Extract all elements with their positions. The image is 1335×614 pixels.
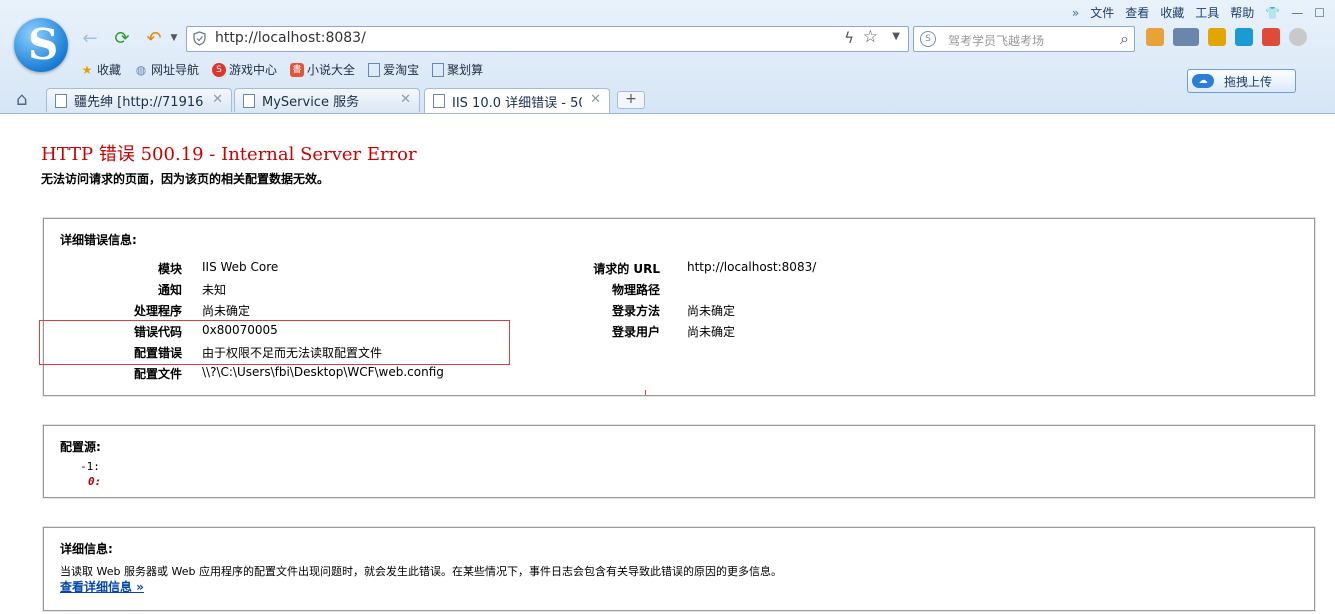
tab-strip: ⌂ 疆先绅 [http://7191637 ✕ MyService 服务 ✕ I… (0, 86, 1335, 113)
fav-item-collect[interactable]: ★ 收藏 (80, 61, 121, 78)
detail-error-box: 详细错误信息: 模块 IIS Web Core 通知 未知 处理程序 尚未确定 … (43, 218, 1315, 396)
window-icon[interactable] (1146, 28, 1164, 46)
fav-item-juhuasuan[interactable]: 聚划算 (432, 61, 483, 78)
fav-item-taobao[interactable]: 爱淘宝 (368, 61, 419, 78)
favorites-bar: ★ 收藏 ◍ 网址导航 S 游戏中心 書小说大全 爱淘宝 聚划算 (80, 61, 483, 78)
home-icon[interactable]: ⌂ (16, 89, 27, 110)
tab-1-label: 疆先绅 [http://7191637 (74, 95, 204, 110)
menu-help[interactable]: 帮助 (1230, 4, 1254, 21)
detail-heading: 详细错误信息: (60, 233, 137, 247)
more-info-link[interactable]: 查看详细信息 » (60, 578, 144, 595)
more-info-heading: 详细信息: (60, 542, 113, 556)
bookmark-star-icon[interactable]: ☆ (863, 27, 878, 47)
field-label: 处理程序 (133, 304, 182, 318)
fav-item-games[interactable]: S 游戏中心 (212, 61, 277, 78)
tab-2-label: MyService 服务 (262, 95, 360, 110)
search-icon[interactable]: ⌕ (1120, 29, 1129, 49)
maximize-icon[interactable]: ☐ (1314, 6, 1325, 20)
star-icon: ★ (81, 62, 93, 77)
undo-icon[interactable]: ↶ (144, 28, 164, 49)
field-label: 通知 (157, 283, 182, 297)
error-subtitle: 无法访问请求的页面，因为该页的相关配置数据无效。 (41, 172, 330, 186)
new-tab-button[interactable]: + (617, 91, 645, 109)
close-icon[interactable]: ✕ (590, 92, 601, 107)
browser-chrome: S » 文件 查看 收藏 工具 帮助 👕 — ☐ ← ⟳ ↶ ▼ http://… (0, 0, 1335, 114)
search-box[interactable]: S 驾考学员飞越考场 ⌕ (913, 26, 1135, 52)
key-icon[interactable] (1208, 28, 1226, 46)
more-icon[interactable] (1289, 28, 1307, 46)
page-content: HTTP 错误 500.19 - Internal Server Error 无… (0, 114, 1335, 614)
address-dropdown-icon[interactable]: ▼ (892, 31, 900, 42)
field-label: 请求的 URL (593, 262, 660, 276)
search-placeholder[interactable]: 驾考学员飞越考场 (948, 32, 1044, 49)
field-label: 配置文件 (133, 367, 182, 381)
page-icon (55, 93, 67, 108)
minimize-icon[interactable]: — (1291, 6, 1303, 20)
scissors-icon[interactable] (1173, 28, 1199, 46)
page-icon (368, 62, 381, 77)
search-engine-icon[interactable]: S (920, 31, 936, 47)
config-line: -1: (80, 460, 100, 473)
menu-more-icon[interactable]: » (1072, 6, 1079, 20)
menu-file[interactable]: 文件 (1090, 4, 1114, 21)
refresh-icon[interactable]: ⟳ (112, 28, 132, 49)
shield-icon (193, 31, 206, 46)
page-icon (243, 93, 255, 108)
error-title: HTTP 错误 500.19 - Internal Server Error (41, 144, 417, 165)
config-source-heading: 配置源: (60, 440, 101, 454)
more-info-text: 当读取 Web 服务器或 Web 应用程序的配置文件出现问题时，就会发生此错误。… (60, 565, 782, 578)
config-line-highlight: 0: (88, 475, 102, 488)
toolbar-icons (1146, 28, 1307, 46)
speed-mode-icon[interactable]: ϟ (844, 29, 854, 47)
game-icon: S (212, 62, 227, 77)
tab-2[interactable]: MyService 服务 ✕ (234, 88, 420, 112)
field-value: 尚未确定 (202, 304, 251, 318)
more-info-box: 详细信息: 当读取 Web 服务器或 Web 应用程序的配置文件出现问题时，就会… (43, 527, 1315, 611)
fav-item-novels[interactable]: 書小说大全 (290, 61, 355, 78)
skin-icon[interactable]: 👕 (1265, 6, 1280, 20)
menu-bar: » 文件 查看 收藏 工具 帮助 👕 — ☐ (1072, 4, 1325, 21)
undo-dropdown-icon[interactable]: ▼ (164, 28, 184, 48)
config-source-box: 配置源: -1: 0: (43, 425, 1315, 498)
address-bar[interactable]: http://localhost:8083/ ϟ ☆ ▼ (186, 26, 909, 52)
page-icon (432, 62, 445, 77)
logon-method-value: 尚未确定 (687, 304, 736, 318)
tab-3-label: IIS 10.0 详细错误 - 500 (452, 95, 582, 111)
request-url-value: http://localhost:8083/ (687, 260, 817, 274)
tab-3-active[interactable]: IIS 10.0 详细错误 - 500 ✕ (424, 88, 610, 113)
field-label: 物理路径 (611, 283, 660, 297)
menu-tools[interactable]: 工具 (1195, 4, 1219, 21)
browser-logo: S (14, 18, 68, 72)
config-file-value: \\?\C:\Users\fbi\Desktop\WCF\web.config (202, 365, 444, 379)
annotation-mark (645, 390, 646, 395)
page-icon (433, 94, 445, 108)
close-icon[interactable]: ✕ (212, 92, 223, 107)
fav-item-nav[interactable]: ◍ 网址导航 (134, 61, 199, 78)
close-icon[interactable]: ✕ (400, 92, 411, 107)
logon-user-value: 尚未确定 (687, 325, 736, 339)
translate-icon[interactable] (1235, 28, 1253, 46)
app-icon[interactable] (1262, 28, 1280, 46)
globe-icon: ◍ (135, 62, 147, 77)
back-icon[interactable]: ← (80, 28, 100, 49)
field-value: IIS Web Core (202, 260, 279, 274)
highlight-annotation (39, 320, 510, 365)
menu-view[interactable]: 查看 (1125, 4, 1149, 21)
tab-1[interactable]: 疆先绅 [http://7191637 ✕ (46, 88, 232, 112)
book-icon: 書 (290, 62, 305, 77)
menu-favorites[interactable]: 收藏 (1160, 4, 1184, 21)
field-value: 未知 (202, 283, 227, 297)
field-label: 登录方法 (611, 304, 660, 318)
address-url[interactable]: http://localhost:8083/ (215, 30, 366, 46)
field-label: 模块 (157, 262, 182, 276)
field-label: 登录用户 (611, 325, 660, 339)
